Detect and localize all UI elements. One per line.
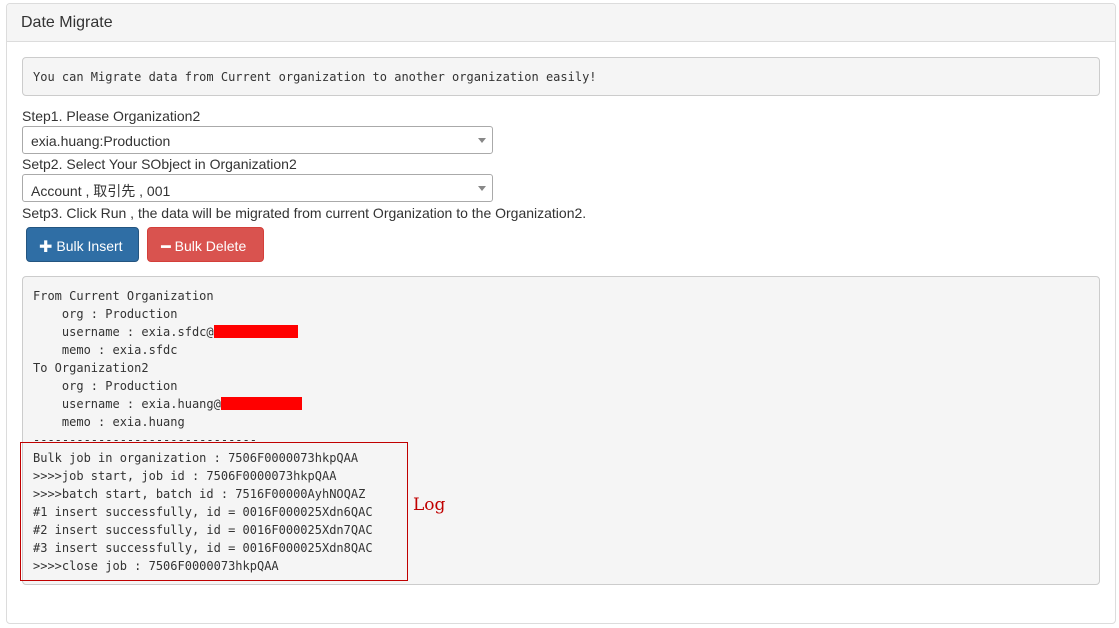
from-username-line: username : exia.sfdc@ [33, 323, 298, 341]
bulk-insert-label: Bulk Insert [56, 238, 123, 254]
panel-title: Date Migrate [7, 4, 1115, 42]
minus-icon: ━ [161, 239, 171, 256]
to-username-line: username : exia.huang@ [33, 395, 302, 413]
bulk-insert-button[interactable]: ✚ Bulk Insert [26, 227, 139, 262]
to-memo: memo : exia.huang [33, 415, 185, 429]
log-annotation: Log [413, 495, 446, 515]
to-org: org : Production [33, 379, 178, 393]
log-highlight-box [20, 442, 408, 581]
redaction-bar [213, 325, 298, 338]
step2-label: Setp2. Select Your SObject in Organizati… [22, 156, 297, 172]
sobject-select[interactable]: Account , 取引先 , 001 [22, 174, 493, 202]
from-memo: memo : exia.sfdc [33, 343, 178, 357]
to-header: To Organization2 [33, 361, 149, 375]
chevron-down-icon [478, 138, 486, 143]
from-username: username : exia.sfdc@ [33, 325, 214, 339]
to-username: username : exia.huang@ [33, 397, 221, 411]
info-message: You can Migrate data from Current organi… [22, 57, 1100, 96]
bulk-delete-button[interactable]: ━ Bulk Delete [147, 227, 264, 262]
chevron-down-icon [478, 186, 486, 191]
sobject-select-value: Account , 取引先 , 001 [31, 183, 171, 199]
plus-icon: ✚ [39, 239, 53, 256]
bulk-delete-label: Bulk Delete [174, 238, 247, 254]
redaction-bar [220, 397, 302, 410]
organization-select-value: exia.huang:Production [31, 133, 171, 149]
from-header: From Current Organization [33, 289, 214, 303]
organization-select[interactable]: exia.huang:Production [22, 126, 493, 154]
data-migrate-panel: Date Migrate You can Migrate data from C… [6, 3, 1116, 624]
step1-label: Step1. Please Organization2 [22, 108, 201, 124]
step3-label: Setp3. Click Run , the data will be migr… [22, 205, 587, 221]
from-org: org : Production [33, 307, 178, 321]
